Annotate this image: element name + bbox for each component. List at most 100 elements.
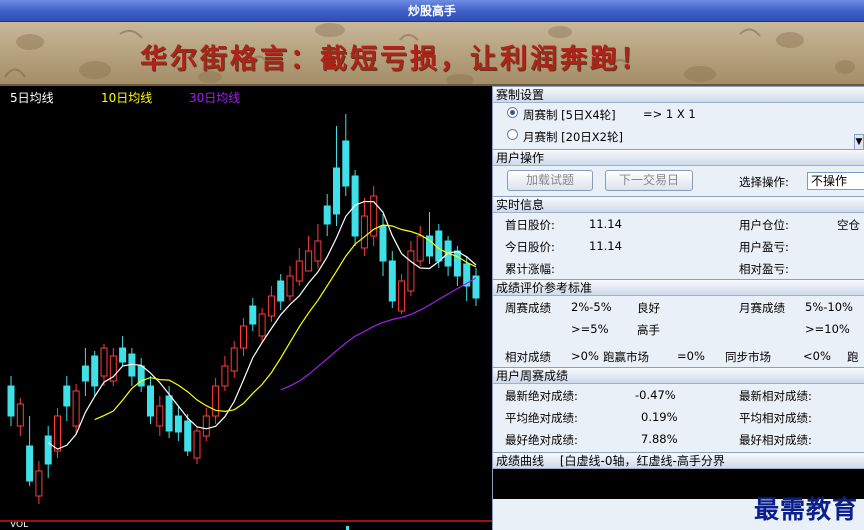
today-price-value: 11.14 <box>589 239 622 253</box>
candle-body <box>72 390 80 427</box>
latest-abs-value: -0.47% <box>635 388 676 402</box>
candle-body <box>286 275 294 297</box>
cumulative-label: 累计涨幅: <box>505 262 555 276</box>
next-day-button[interactable]: 下一交易日 <box>605 170 693 191</box>
chevron-down-icon[interactable]: ▼ <box>854 134 864 150</box>
candle-body <box>174 415 182 433</box>
monthly-score-label: 月赛成绩 <box>739 301 785 315</box>
operation-select[interactable]: 不操作 <box>807 172 864 190</box>
first-price-label: 首日股价: <box>505 218 555 232</box>
match-settings-header: 赛制设置 <box>493 86 864 103</box>
candle-body <box>407 250 415 292</box>
banner-slogan: 华尔街格言：截短亏损，让利润奔跑！ <box>140 44 650 75</box>
curve-header: 成绩曲线 [白虚线-0轴，红虚线-高手分界 <box>493 452 864 469</box>
lag-market: 跑 <box>847 350 859 364</box>
candle-body <box>305 250 313 272</box>
candle-body <box>44 435 52 465</box>
evaluation-header: 成绩评价参考标准 <box>493 279 864 296</box>
results-row-2: 平均绝对成绩: 0.19% 平均相对成绩: <box>493 406 864 428</box>
candle-body <box>398 280 406 312</box>
relative-gt: >0% <box>571 349 599 363</box>
ma30-line <box>280 277 477 391</box>
candle-body <box>453 250 461 277</box>
today-price-label: 今日股价: <box>505 240 555 254</box>
candle-body <box>156 405 164 427</box>
candle-body <box>277 280 285 302</box>
relative-eq: =0% <box>677 349 705 363</box>
weekly-radio[interactable] <box>507 107 518 118</box>
candle-body <box>212 385 220 417</box>
candle-body <box>54 415 61 452</box>
candle-body <box>249 305 257 325</box>
candle-body <box>16 403 24 427</box>
monthly-radio[interactable] <box>507 129 518 140</box>
relative-lt: <0% <box>803 349 831 363</box>
results-row-1: 最新绝对成绩: -0.47% 最新相对成绩: <box>493 384 864 406</box>
candle-body <box>91 355 99 387</box>
monthly-expert-range: >=10% <box>805 322 850 336</box>
candle-body <box>295 260 303 282</box>
candle-body <box>323 205 331 225</box>
candle-body <box>221 365 229 387</box>
ma10-legend: 10日均线 <box>101 91 153 105</box>
weekly-detail: => 1 X 1 <box>643 107 696 121</box>
candle-body <box>100 347 108 377</box>
best-abs-label: 最好绝对成绩: <box>505 433 578 447</box>
avg-rel-label: 平均相对成绩: <box>739 411 812 425</box>
position-label: 用户仓位: <box>739 218 789 232</box>
user-ops-header: 用户操作 <box>493 149 864 166</box>
candle-body <box>165 395 173 432</box>
evaluation-row-1: 周赛成绩 2%-5% 良好 月赛成绩 5%-10% <box>493 296 864 318</box>
beat-market: 跑赢市场 <box>603 350 649 364</box>
choose-op-label: 选择操作: <box>739 175 789 189</box>
candle-body <box>7 385 15 417</box>
avg-abs-value: 0.19% <box>641 410 678 424</box>
candle-body <box>202 415 210 437</box>
weekly-expert-range: >=5% <box>571 322 609 336</box>
weekly-label: 周赛制 [5日X4轮] <box>523 108 616 122</box>
curve-title: 成绩曲线 <box>496 454 545 468</box>
volume-divider <box>0 520 492 522</box>
sync-market: 同步市场 <box>725 350 771 364</box>
control-panel: 赛制设置 周赛制 [5日X4轮] => 1 X 1 月赛制 [20日X2轮] ▼… <box>492 86 864 530</box>
avg-abs-label: 平均绝对成绩: <box>505 411 578 425</box>
candle-body <box>388 260 396 302</box>
candle-body <box>119 347 127 363</box>
volume-bar <box>346 526 349 530</box>
position-value: 空仓 <box>837 218 860 232</box>
candle-body <box>342 140 350 187</box>
first-price-value: 11.14 <box>589 217 622 231</box>
candle-body <box>240 325 247 349</box>
watermark-logo: 最需教育 <box>753 495 858 524</box>
kline-chart[interactable]: 5日均线 10日均线 30日均线 VOL <box>0 86 492 530</box>
monthly-good-range: 5%-10% <box>805 300 853 314</box>
realtime-header: 实时信息 <box>493 196 864 213</box>
latest-abs-label: 最新绝对成绩: <box>505 389 578 403</box>
candle-body <box>230 347 238 372</box>
load-question-button[interactable]: 加载试题 <box>507 170 593 191</box>
realtime-row-2: 今日股价: 11.14 用户盈亏: <box>493 235 864 257</box>
realtime-row-3: 累计涨幅: 相对盈亏: <box>493 257 864 279</box>
best-rel-label: 最好相对成绩: <box>739 433 812 447</box>
window-title: 炒股高手 <box>0 0 864 22</box>
candle-body <box>416 235 424 262</box>
weekly-good: 良好 <box>637 301 660 315</box>
candle-body <box>314 240 322 262</box>
candle-body <box>63 385 71 407</box>
candle-body <box>379 225 387 262</box>
weekly-expert: 高手 <box>637 323 660 337</box>
monthly-option[interactable]: 月赛制 [20日X2轮] <box>493 125 864 147</box>
weekly-option[interactable]: 周赛制 [5日X4轮] => 1 X 1 <box>493 103 864 125</box>
evaluation-row-3: 相对成绩 >0% 跑赢市场 =0% 同步市场 <0% 跑 <box>493 345 864 367</box>
candle-body <box>193 430 201 459</box>
best-abs-value: 7.88% <box>641 432 678 446</box>
candle-body <box>333 167 340 215</box>
candle-body <box>267 295 275 317</box>
weekly-good-range: 2%-5% <box>571 300 612 314</box>
candle-body <box>258 313 266 337</box>
profit-label: 用户盈亏: <box>739 240 789 254</box>
curve-legend: [白虚线-0轴，红虚线-高手分界 <box>559 454 725 468</box>
weekly-results-header: 用户周赛成绩 <box>493 367 864 384</box>
latest-rel-label: 最新相对成绩: <box>739 389 812 403</box>
candle-body <box>81 365 89 382</box>
